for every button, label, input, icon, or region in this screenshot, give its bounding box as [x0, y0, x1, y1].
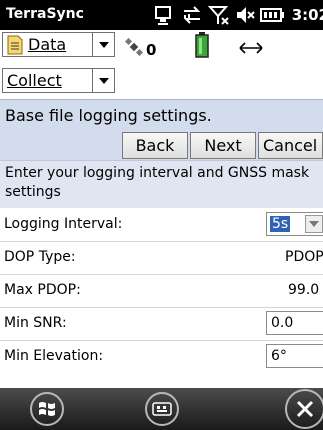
min-snr-label: Min SNR: — [4, 315, 67, 331]
close-icon — [296, 400, 314, 418]
instructions: Enter your logging interval and GNSS mas… — [0, 160, 323, 208]
sync-connection-icon[interactable] — [152, 4, 174, 26]
dop-type-value[interactable]: PDOP — [285, 249, 323, 265]
clock[interactable]: 3:02 — [292, 6, 323, 24]
section-dropdown[interactable]: Data — [2, 32, 115, 57]
logging-interval-row: Logging Interval: 5s — [0, 209, 323, 242]
section-dropdown-label: Data — [28, 35, 67, 54]
mode-toolbar: Collect — [0, 65, 323, 100]
satellite-icon[interactable] — [125, 38, 143, 56]
toolbar: Data 0 — [0, 30, 323, 66]
max-pdop-label: Max PDOP: — [4, 282, 81, 298]
battery-level-icon[interactable] — [195, 32, 209, 58]
back-button[interactable]: Back — [122, 132, 188, 159]
min-snr-input[interactable]: 0.0 — [266, 311, 323, 335]
min-elevation-label: Min Elevation: — [4, 348, 104, 364]
close-button[interactable] — [285, 389, 323, 429]
mode-dropdown[interactable]: Collect — [2, 68, 115, 93]
max-pdop-row: Max PDOP: 99.0 — [0, 275, 323, 308]
satellite-count[interactable]: 0 — [146, 41, 156, 59]
keyboard-icon — [152, 402, 172, 416]
data-transfer-icon[interactable] — [181, 4, 203, 26]
dop-type-label: DOP Type: — [4, 249, 76, 265]
min-snr-row: Min SNR: 0.0 — [0, 308, 323, 341]
volume-muted-icon[interactable] — [234, 4, 256, 26]
cancel-button[interactable]: Cancel — [258, 132, 323, 159]
min-elevation-input[interactable]: 6° — [266, 344, 323, 368]
max-pdop-value[interactable]: 99.0 — [288, 282, 319, 298]
min-elevation-row: Min Elevation: 6° — [0, 341, 323, 388]
logging-interval-select[interactable]: 5s — [266, 212, 323, 236]
app-title: TerraSync — [6, 6, 84, 22]
taskbar — [0, 388, 323, 430]
chevron-down-icon[interactable] — [92, 33, 114, 56]
wizard-header: Base file logging settings. Back Next Ca… — [0, 99, 323, 161]
chevron-down-icon[interactable] — [305, 215, 323, 233]
data-section-icon — [7, 35, 23, 54]
next-button[interactable]: Next — [190, 132, 256, 159]
keyboard-button[interactable] — [145, 392, 179, 426]
battery-icon[interactable] — [260, 4, 284, 26]
dop-type-row: DOP Type: PDOP — [0, 242, 323, 275]
signal-off-icon[interactable] — [208, 4, 230, 26]
horizontal-arrows-icon[interactable] — [238, 40, 264, 56]
chevron-down-icon[interactable] — [92, 69, 114, 92]
instructions-line-1: Enter your logging interval and GNSS mas… — [5, 165, 310, 181]
instructions-line-2: settings — [5, 184, 61, 200]
logging-interval-label: Logging Interval: — [4, 216, 123, 232]
logging-interval-value: 5s — [270, 216, 291, 232]
windows-logo-icon — [39, 402, 55, 416]
start-button[interactable] — [30, 392, 64, 426]
mode-dropdown-label: Collect — [7, 71, 62, 90]
page-title: Base file logging settings. — [5, 106, 212, 125]
status-bar: TerraSync 3:02 — [0, 0, 323, 30]
